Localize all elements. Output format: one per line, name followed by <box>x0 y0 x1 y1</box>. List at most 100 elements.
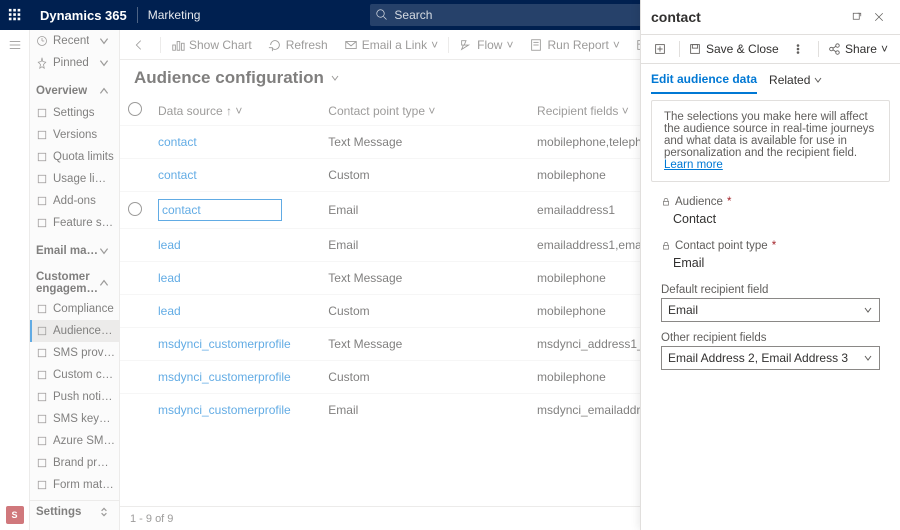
sidebar-item[interactable]: Versions <box>30 124 119 146</box>
record-count: 1 - 9 of 9 <box>130 513 173 525</box>
area-switcher[interactable]: S <box>0 500 29 530</box>
module-name: Marketing <box>138 8 211 22</box>
chevron-down-icon <box>98 35 110 47</box>
audience-field-label: Audience* <box>661 196 880 208</box>
drf-field-label: Default recipient field <box>661 284 880 296</box>
data-source-cell[interactable]: contact <box>150 126 320 159</box>
row-selector[interactable] <box>128 202 142 216</box>
info-callout: The selections you make here will affect… <box>651 100 890 182</box>
data-source-cell[interactable]: contact <box>150 159 320 192</box>
data-source-cell[interactable]: contact <box>150 192 320 229</box>
chevron-down-icon <box>813 75 823 85</box>
data-source-cell[interactable]: lead <box>150 229 320 262</box>
close-icon[interactable] <box>868 6 890 28</box>
sidebar-pinned[interactable]: Pinned <box>30 52 119 74</box>
chevron-down-icon: ˅ <box>431 38 438 52</box>
sidebar-item[interactable]: Custom channels <box>30 364 119 386</box>
chevron-down-icon: ˅ <box>428 104 435 118</box>
chevron-up-icon <box>98 85 110 97</box>
data-source-cell[interactable]: lead <box>150 295 320 328</box>
sidebar-item[interactable]: Brand profiles <box>30 452 119 474</box>
sidebar-item[interactable]: SMS providers <box>30 342 119 364</box>
cpt-cell: Custom <box>320 159 529 192</box>
sidebar-item[interactable]: Feature switches <box>30 212 119 234</box>
popout-icon[interactable] <box>846 6 868 28</box>
data-source-cell[interactable]: msdynci_customerprofile <box>150 361 320 394</box>
back-button[interactable] <box>124 30 158 59</box>
save-close-button[interactable]: Save & Close <box>682 35 785 63</box>
email-link-button[interactable]: Email a Link˅ <box>336 30 446 59</box>
data-source-cell[interactable]: msdynci_customerprofile <box>150 394 320 427</box>
learn-more-link[interactable]: Learn more <box>664 159 723 171</box>
sidebar-item[interactable]: Form matching st <box>30 474 119 496</box>
chevron-down-icon <box>863 353 873 363</box>
sidebar: Recent Pinned Overview SettingsVersionsQ… <box>30 30 120 530</box>
search-input[interactable] <box>388 8 674 22</box>
sidebar-item[interactable]: Compliance <box>30 298 119 320</box>
area-badge: S <box>6 506 24 524</box>
chevron-down-icon[interactable] <box>330 73 340 83</box>
run-report-button[interactable]: Run Report˅ <box>521 30 627 59</box>
sidebar-item[interactable]: Settings <box>30 102 119 124</box>
chevron-down-icon: ˅ <box>235 104 242 118</box>
show-chart-button[interactable]: Show Chart <box>163 30 260 59</box>
sidebar-item[interactable]: SMS keywords <box>30 408 119 430</box>
sidebar-group-overview[interactable]: Overview <box>30 80 119 102</box>
tab-related[interactable]: Related <box>769 72 823 94</box>
cpt-field-label: Contact point type* <box>661 240 880 252</box>
chevron-up-icon <box>98 277 110 289</box>
select-all[interactable] <box>128 102 142 116</box>
chevron-down-icon: ˅ <box>881 42 888 56</box>
lock-icon <box>661 241 671 251</box>
cpt-cell: Email <box>320 394 529 427</box>
sidebar-group-email-marketing[interactable]: Email marketing <box>30 240 119 262</box>
cpt-cell: Email <box>320 192 529 229</box>
chevron-down-icon: ˅ <box>622 104 629 118</box>
sidebar-item[interactable]: Add-ons <box>30 190 119 212</box>
panel-command-bar: Save & Close Share˅ <box>641 34 900 64</box>
col-contact-point-type[interactable]: Contact point type ˅ <box>320 96 529 126</box>
sidebar-item[interactable]: Quota limits <box>30 146 119 168</box>
sidebar-item[interactable]: Audience configu... <box>30 320 119 342</box>
chevron-down-icon <box>98 245 110 257</box>
cpt-cell: Text Message <box>320 126 529 159</box>
chevron-down-icon: ˅ <box>613 38 620 52</box>
cpt-field-value: Email <box>661 254 880 274</box>
updown-icon <box>98 506 110 518</box>
cpt-cell: Email <box>320 229 529 262</box>
data-source-cell[interactable]: lead <box>150 262 320 295</box>
panel-tabs: Edit audience data Related <box>641 64 900 94</box>
sidebar-item[interactable]: Azure SMS preview <box>30 430 119 452</box>
new-record-button[interactable] <box>647 35 677 63</box>
sidebar-footer-settings[interactable]: Settings <box>30 500 119 522</box>
page-title: Audience configuration <box>134 68 324 88</box>
data-source-cell[interactable]: msdynci_customerprofile <box>150 328 320 361</box>
hamburger-icon[interactable] <box>0 30 29 60</box>
sidebar-recent[interactable]: Recent <box>30 30 119 52</box>
cpt-cell: Custom <box>320 295 529 328</box>
nav-rail: S <box>0 30 30 530</box>
chevron-down-icon <box>98 57 110 69</box>
drf-select[interactable]: Email <box>661 298 880 322</box>
cpt-cell: Custom <box>320 361 529 394</box>
chevron-down-icon: ˅ <box>506 38 513 52</box>
refresh-button[interactable]: Refresh <box>260 30 336 59</box>
cpt-cell: Text Message <box>320 262 529 295</box>
share-button[interactable]: Share˅ <box>821 35 894 63</box>
more-commands-button[interactable] <box>785 35 815 63</box>
app-launcher-icon[interactable] <box>0 8 30 22</box>
tab-edit-audience-data[interactable]: Edit audience data <box>651 72 757 94</box>
sidebar-item[interactable]: Push notifications <box>30 386 119 408</box>
sidebar-item[interactable]: Usage limits <box>30 168 119 190</box>
sidebar-group-customer-engagement[interactable]: Customer engagement <box>30 268 119 298</box>
global-search[interactable] <box>370 4 680 26</box>
orf-field-label: Other recipient fields <box>661 332 880 344</box>
panel-title: contact <box>651 9 701 25</box>
col-data-source[interactable]: Data source ↑ ˅ <box>150 96 320 126</box>
cpt-cell: Text Message <box>320 328 529 361</box>
sort-up-icon: ↑ <box>226 104 232 118</box>
chevron-down-icon <box>863 305 873 315</box>
audience-field-value: Contact <box>661 210 880 230</box>
flow-button[interactable]: Flow˅ <box>451 30 521 59</box>
orf-select[interactable]: Email Address 2, Email Address 3 <box>661 346 880 370</box>
